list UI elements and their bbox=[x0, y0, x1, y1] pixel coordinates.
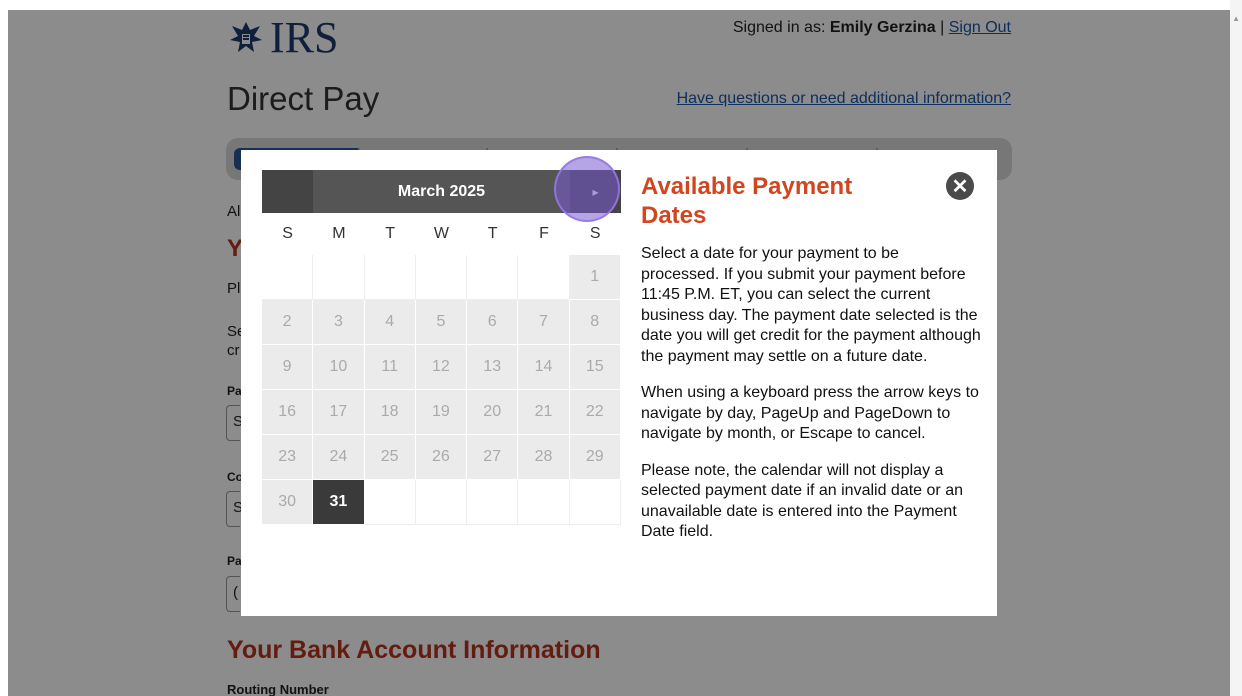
calendar-day[interactable]: 5 bbox=[415, 300, 468, 345]
weekday-header: M bbox=[313, 213, 365, 255]
calendar-day[interactable]: 8 bbox=[569, 300, 621, 345]
calendar-day[interactable]: 22 bbox=[569, 390, 621, 435]
calendar-day[interactable]: 7 bbox=[518, 300, 570, 345]
close-icon[interactable]: ✕ bbox=[946, 172, 974, 200]
previous-month-button bbox=[262, 170, 313, 213]
calendar-day[interactable]: 15 bbox=[569, 345, 621, 390]
calendar-empty-cell bbox=[364, 255, 416, 300]
calendar-grid: S M T W T F S 1 2 3 4 5 6 7 8 9 10 11 12 13 14 15 16 17 18 19 20 21… bbox=[262, 213, 621, 525]
calendar-day[interactable]: 28 bbox=[518, 435, 570, 480]
page-scrollbar[interactable]: ▲ bbox=[1230, 0, 1242, 696]
calendar-day[interactable]: 30 bbox=[262, 480, 314, 525]
calendar-day[interactable]: 21 bbox=[518, 390, 570, 435]
calendar-day[interactable]: 4 bbox=[364, 300, 416, 345]
info-title: Available Payment Dates bbox=[641, 173, 853, 229]
scroll-up-icon[interactable]: ▲ bbox=[1232, 14, 1240, 23]
calendar-day[interactable]: 11 bbox=[364, 345, 416, 390]
weekday-header: T bbox=[364, 213, 416, 255]
calendar-day[interactable]: 2 bbox=[262, 300, 314, 345]
calendar-day[interactable]: 29 bbox=[569, 435, 621, 480]
calendar-empty-cell bbox=[467, 255, 519, 300]
calendar-empty-cell bbox=[364, 480, 416, 525]
info-paragraph: Please note, the calendar will not displ… bbox=[641, 461, 963, 541]
info-panel: Available Payment Dates Select a date fo… bbox=[641, 172, 981, 543]
weekday-header: F bbox=[518, 213, 570, 255]
next-month-button[interactable]: ▸ bbox=[570, 170, 621, 213]
calendar-day[interactable]: 10 bbox=[313, 345, 365, 390]
calendar-header: March 2025 ▸ bbox=[262, 170, 621, 213]
calendar-empty-cell bbox=[569, 480, 621, 525]
calendar-day-selected[interactable]: 31 bbox=[313, 480, 365, 525]
payment-date-dialog: March 2025 ▸ S M T W T F S 1 2 3 4 5 6 7 8 9 10 11 12 13 14 1… bbox=[241, 150, 997, 616]
calendar-empty-cell bbox=[467, 480, 519, 525]
calendar-day[interactable]: 1 bbox=[569, 255, 621, 300]
calendar-month-label: March 2025 bbox=[397, 182, 486, 200]
calendar-day[interactable]: 12 bbox=[415, 345, 468, 390]
info-paragraph: Select a date for your payment to be pro… bbox=[641, 245, 981, 365]
weekday-header: S bbox=[262, 213, 314, 255]
calendar-day[interactable]: 13 bbox=[467, 345, 519, 390]
calendar-empty-cell bbox=[313, 255, 365, 300]
date-picker-calendar: March 2025 ▸ S M T W T F S 1 2 3 4 5 6 7 8 9 10 11 12 13 14 1… bbox=[262, 170, 621, 525]
calendar-day[interactable]: 25 bbox=[364, 435, 416, 480]
calendar-day[interactable]: 14 bbox=[518, 345, 570, 390]
calendar-empty-cell bbox=[415, 255, 468, 300]
calendar-empty-cell bbox=[415, 480, 468, 525]
chevron-right-icon: ▸ bbox=[592, 184, 599, 199]
calendar-empty-cell bbox=[518, 255, 570, 300]
calendar-empty-cell bbox=[262, 255, 314, 300]
calendar-day[interactable]: 16 bbox=[262, 390, 314, 435]
info-paragraph: When using a keyboard press the arrow ke… bbox=[641, 384, 979, 442]
calendar-day[interactable]: 20 bbox=[467, 390, 519, 435]
weekday-header: W bbox=[415, 213, 468, 255]
calendar-day[interactable]: 9 bbox=[262, 345, 314, 390]
calendar-day[interactable]: 18 bbox=[364, 390, 416, 435]
calendar-day[interactable]: 17 bbox=[313, 390, 365, 435]
weekday-header: T bbox=[467, 213, 519, 255]
calendar-day[interactable]: 3 bbox=[313, 300, 365, 345]
calendar-day[interactable]: 23 bbox=[262, 435, 314, 480]
calendar-day[interactable]: 6 bbox=[467, 300, 519, 345]
calendar-empty-cell bbox=[518, 480, 570, 525]
calendar-day[interactable]: 19 bbox=[415, 390, 468, 435]
calendar-day[interactable]: 27 bbox=[467, 435, 519, 480]
calendar-day[interactable]: 26 bbox=[415, 435, 468, 480]
calendar-day[interactable]: 24 bbox=[313, 435, 365, 480]
weekday-header: S bbox=[569, 213, 621, 255]
